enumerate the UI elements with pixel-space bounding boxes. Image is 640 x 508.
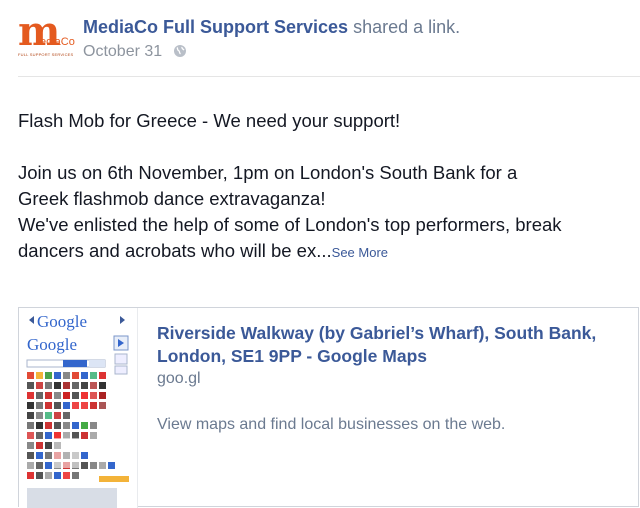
message-line-truncated: dancers and acrobats who will be ex...Se… — [18, 238, 638, 266]
link-attachment[interactable]: Google Google Riverside Walkway (by Gabr… — [18, 307, 639, 508]
thumb-google-word: Google — [27, 335, 77, 354]
post-timestamp[interactable]: October 31 — [83, 43, 162, 60]
globe-icon[interactable] — [173, 44, 187, 64]
message-truncated-text: dancers and acrobats who will be ex... — [18, 240, 332, 261]
thumb-google-word: Google — [37, 312, 87, 331]
link-description: View maps and find local businesses on t… — [157, 416, 506, 433]
google-maps-thumbnail-icon: Google Google — [26, 312, 129, 508]
logo-tagline: FULL SUPPORT SERVICES — [18, 52, 74, 57]
logo-text: ediaCo — [40, 36, 75, 48]
message-line: We've enlisted the help of some of Londo… — [18, 214, 562, 235]
news-feed-post: m ediaCo FULL SUPPORT SERVICES MediaCo F… — [0, 0, 640, 508]
page-avatar[interactable]: m ediaCo FULL SUPPORT SERVICES — [18, 12, 75, 60]
message-line: Greek flashmob dance extravaganza! — [18, 188, 326, 209]
link-thumbnail[interactable]: Google Google — [19, 308, 138, 508]
message-line: Flash Mob for Greece - We need your supp… — [18, 110, 401, 131]
see-more-link[interactable]: See More — [332, 245, 388, 260]
post-message: Flash Mob for Greece - We need your supp… — [18, 108, 638, 266]
post-action-text: shared a link. — [353, 17, 461, 37]
post-meta: October 31 — [83, 42, 187, 64]
message-line: Join us on 6th November, 1pm on London's… — [18, 162, 518, 183]
post-header: MediaCo Full Support Services shared a l… — [83, 16, 460, 38]
link-title[interactable]: Riverside Walkway (by Gabriel’s Wharf), … — [157, 322, 597, 368]
header-divider — [18, 76, 640, 77]
author-link[interactable]: MediaCo Full Support Services — [83, 17, 348, 37]
link-domain: goo.gl — [157, 370, 201, 387]
